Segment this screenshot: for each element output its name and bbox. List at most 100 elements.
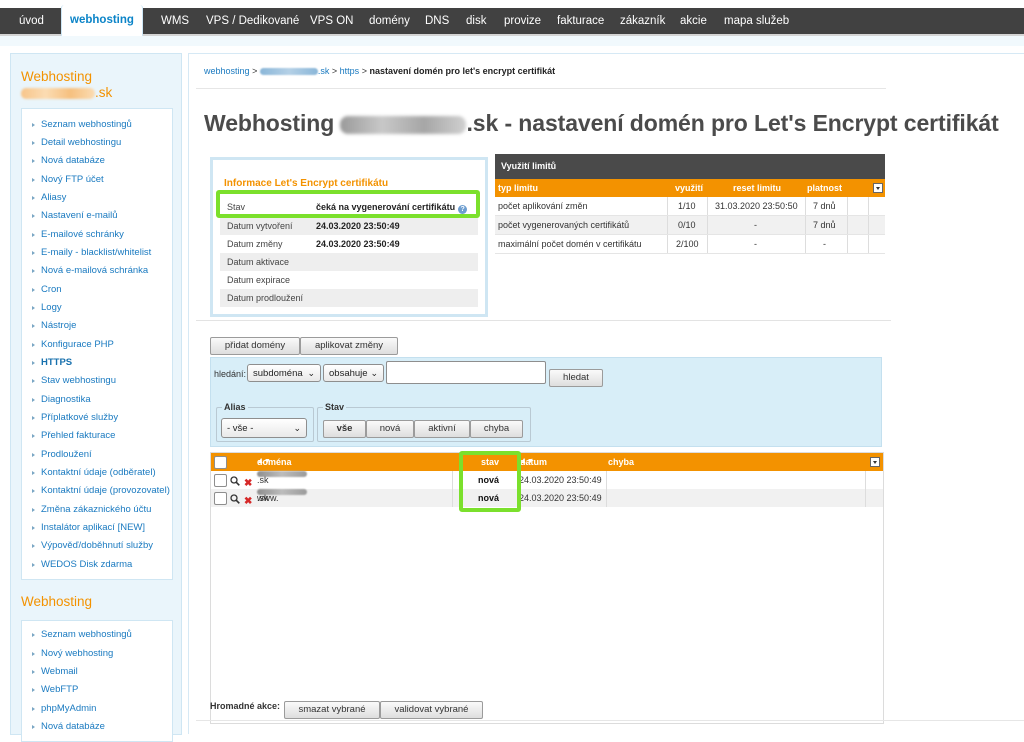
search-field-select[interactable]: subdoména ⌄ bbox=[247, 364, 321, 382]
nav-item-vps-dedikovane[interactable]: VPS / Dedikované bbox=[206, 8, 299, 34]
state-column-highlight bbox=[459, 451, 521, 512]
certificate-info-panel: Informace Let's Encrypt certifikátu Stav… bbox=[210, 157, 488, 317]
sidebar-item-nova-emailova-schranka[interactable]: Nová e-mailová schránka bbox=[22, 262, 172, 280]
chevron-down-icon: ⌄ bbox=[293, 423, 301, 433]
filters-panel: Alias Stav bbox=[210, 394, 882, 447]
nav-item-dns[interactable]: DNS bbox=[425, 8, 449, 34]
sidebar: Webhosting .sk Seznam webhostingů Detail… bbox=[10, 53, 182, 742]
sidebar-item-prehled-fakturace[interactable]: Přehled fakturace bbox=[22, 427, 172, 445]
nav-item-disk[interactable]: disk bbox=[466, 8, 486, 34]
sidebar-item-kontaktni-udaje-odberatel[interactable]: Kontaktní údaje (odběratel) bbox=[22, 464, 172, 482]
nav-item-zakaznik[interactable]: zákazník bbox=[620, 8, 665, 34]
info-row-datum-vytvoreni: Datum vytvoření 24.03.2020 23:50:49 bbox=[220, 217, 478, 235]
info-row-datum-prodlouzeni: Datum prodloužení bbox=[220, 289, 478, 307]
breadcrumb-webhosting[interactable]: webhosting bbox=[204, 66, 250, 76]
sidebar-item-kontaktni-udaje-provozovatel[interactable]: Kontaktní údaje (provozovatel) bbox=[22, 482, 172, 500]
sidebar-item-webftp[interactable]: WebFTP bbox=[22, 681, 172, 699]
sidebar-item-nastaveni-emailu[interactable]: Nastavení e-mailů bbox=[22, 207, 172, 225]
nav-item-fakturace[interactable]: fakturace bbox=[557, 8, 604, 34]
nav-item-akcie[interactable]: akcie bbox=[680, 8, 707, 34]
sidebar-item-seznam-webhostingu[interactable]: Seznam webhostingů bbox=[22, 116, 172, 134]
nav-item-mapa-sluzeb[interactable]: mapa služeb bbox=[724, 8, 789, 34]
sidebar-item-emailove-schranky[interactable]: E-mailové schránky bbox=[22, 226, 172, 244]
status-highlight bbox=[216, 190, 480, 218]
sidebar-item-detail-webhostingu[interactable]: Detail webhostingu bbox=[22, 134, 172, 152]
filter-state-new-button[interactable]: nová bbox=[366, 420, 414, 438]
search-label: hledání: bbox=[214, 369, 247, 379]
filter-state-error-button[interactable]: chyba bbox=[470, 420, 523, 438]
sidebar-item-novy-ftp-ucet[interactable]: Nový FTP účet bbox=[22, 171, 172, 189]
sidebar-item-phpmyadmin[interactable]: phpMyAdmin bbox=[22, 700, 172, 718]
sidebar-item-seznam-webhostingu-2[interactable]: Seznam webhostingů bbox=[22, 626, 172, 644]
add-domains-button[interactable]: přidat domény bbox=[210, 337, 300, 355]
redacted-domain bbox=[21, 87, 95, 99]
alias-select[interactable]: - vše - ⌄ bbox=[221, 418, 307, 438]
sidebar-item-stav-webhostingu[interactable]: Stav webhostingu bbox=[22, 372, 172, 390]
sidebar-section2-title: Webhosting bbox=[21, 594, 93, 609]
breadcrumb-https[interactable]: https bbox=[340, 66, 360, 76]
sidebar-item-instalator-aplikaci[interactable]: Instalátor aplikací [NEW] bbox=[22, 519, 172, 537]
sidebar-item-https[interactable]: HTTPS bbox=[22, 354, 172, 372]
sidebar-item-vypoved[interactable]: Výpověď/doběhnutí služby bbox=[22, 537, 172, 555]
nav-item-wms[interactable]: WMS bbox=[161, 8, 189, 34]
search-input[interactable] bbox=[386, 361, 546, 384]
sidebar-item-logy[interactable]: Logy bbox=[22, 299, 172, 317]
nav-item-vps-on[interactable]: VPS ON bbox=[310, 8, 353, 34]
sidebar-item-nova-databaze[interactable]: Nová databáze bbox=[22, 152, 172, 170]
select-all-checkbox[interactable] bbox=[214, 456, 227, 469]
sidebar-item-novy-webhosting[interactable]: Nový webhosting bbox=[22, 645, 172, 663]
table-row: počet vygenerovaných certifikátů 0/10 - … bbox=[495, 216, 885, 235]
nav-item-webhosting[interactable]: webhosting bbox=[61, 5, 143, 36]
page-title: Webhosting .sk - nastavení domén pro Let… bbox=[204, 110, 999, 136]
sidebar-item-diagnostika[interactable]: Diagnostika bbox=[22, 391, 172, 409]
table-row: maximální počet domén v certifikátu 2/10… bbox=[495, 235, 885, 254]
search-icon[interactable] bbox=[230, 476, 240, 486]
sidebar-section-domain: .sk bbox=[21, 85, 112, 101]
sidebar-section-title: Webhosting bbox=[21, 69, 93, 84]
delete-selected-button[interactable]: smazat vybrané bbox=[284, 701, 380, 719]
nav-item-provize[interactable]: provize bbox=[504, 8, 541, 34]
redacted-domain bbox=[340, 115, 467, 134]
search-icon[interactable] bbox=[230, 494, 240, 504]
breadcrumb-domain[interactable]: .sk bbox=[259, 66, 329, 76]
bulk-actions-label: Hromadné akce: bbox=[210, 701, 281, 711]
table-row: počet aplikování změn 1/10 31.03.2020 23… bbox=[495, 197, 885, 216]
sidebar-item-nastroje[interactable]: Nástroje bbox=[22, 317, 172, 335]
sidebar-item-aliasy[interactable]: Aliasy bbox=[22, 189, 172, 207]
breadcrumb-current: nastavení domén pro let's encrypt certif… bbox=[369, 66, 556, 76]
sidebar-menu-webhosting-detail: Seznam webhostingů Detail webhostingu No… bbox=[21, 108, 173, 580]
domains-table: doména ▲▼ stav datum přidání ▲▼ chyba ✖ … bbox=[210, 452, 884, 724]
row-checkbox[interactable] bbox=[214, 492, 227, 505]
search-button[interactable]: hledat bbox=[549, 369, 603, 387]
sidebar-item-nova-databaze-2[interactable]: Nová databáze bbox=[22, 718, 172, 736]
search-operator-select[interactable]: obsahuje ⌄ bbox=[323, 364, 384, 382]
table-row: ✖ .sk nová 24.03.2020 23:50:49 bbox=[211, 471, 883, 489]
divider bbox=[196, 88, 886, 89]
columns-menu-icon[interactable] bbox=[870, 457, 880, 467]
sidebar-item-webmail[interactable]: Webmail bbox=[22, 663, 172, 681]
sidebar-item-wedos-disk[interactable]: WEDOS Disk zdarma bbox=[22, 556, 172, 574]
sidebar-item-cron[interactable]: Cron bbox=[22, 281, 172, 299]
sidebar-item-prodlouzeni[interactable]: Prodloužení bbox=[22, 446, 172, 464]
apply-changes-button[interactable]: aplikovat změny bbox=[300, 337, 398, 355]
row-checkbox[interactable] bbox=[214, 474, 227, 487]
sidebar-item-priplatkove-sluzby[interactable]: Příplatkové služby bbox=[22, 409, 172, 427]
delete-icon[interactable]: ✖ bbox=[244, 493, 252, 511]
filter-state-all-button[interactable]: vše bbox=[323, 420, 366, 438]
chevron-down-icon: ⌄ bbox=[370, 368, 378, 378]
limits-table: Využití limitů typ limitu využití reset … bbox=[495, 154, 885, 254]
validate-selected-button[interactable]: validovat vybrané bbox=[380, 701, 483, 719]
column-error[interactable]: chyba bbox=[608, 453, 634, 471]
sidebar-item-konfigurace-php[interactable]: Konfigurace PHP bbox=[22, 336, 172, 354]
filter-state-active-button[interactable]: aktivní bbox=[414, 420, 470, 438]
nav-item-domeny[interactable]: domény bbox=[369, 8, 410, 34]
chevron-down-icon: ⌄ bbox=[307, 368, 315, 378]
columns-menu-icon[interactable] bbox=[873, 183, 883, 193]
sidebar-item-zmena-uctu[interactable]: Změna zákaznického účtu bbox=[22, 501, 172, 519]
info-row-datum-zmeny: Datum změny 24.03.2020 23:50:49 bbox=[227, 239, 400, 249]
sidebar-item-emaily-blacklist[interactable]: E-maily - blacklist/whitelist bbox=[22, 244, 172, 262]
info-row-datum-expirace: Datum expirace bbox=[227, 275, 291, 285]
sort-icon: ▲▼ bbox=[257, 458, 271, 465]
nav-item-uvod[interactable]: úvod bbox=[19, 8, 44, 34]
top-navigation: úvod webhosting WMS VPS / Dedikované VPS… bbox=[0, 5, 1024, 36]
